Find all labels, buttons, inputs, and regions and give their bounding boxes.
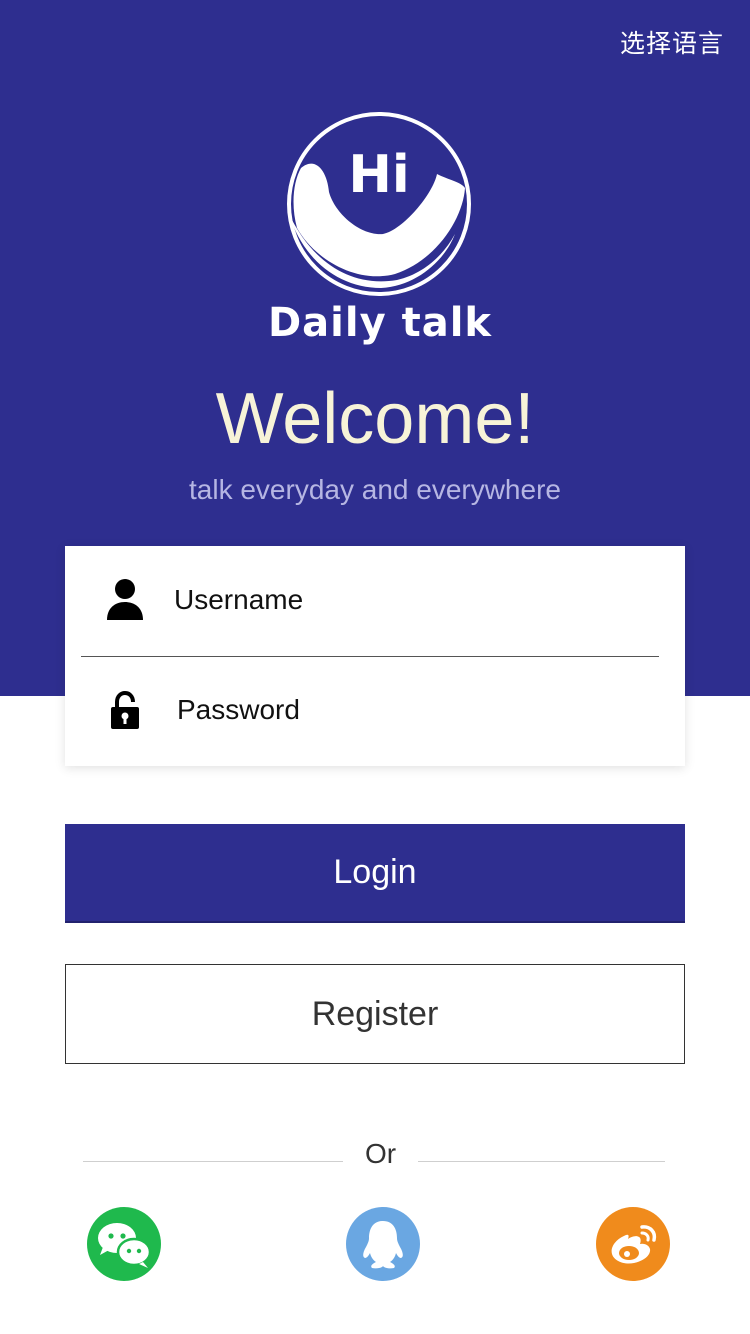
wechat-icon bbox=[87, 1207, 161, 1281]
weibo-icon bbox=[596, 1207, 670, 1281]
username-field[interactable]: Username bbox=[65, 546, 685, 654]
tagline: talk everyday and everywhere bbox=[189, 474, 561, 505]
or-divider-left bbox=[83, 1161, 343, 1162]
or-label: Or bbox=[364, 1138, 397, 1169]
language-selector[interactable]: 选择语言 bbox=[620, 24, 724, 60]
weibo-login-button[interactable] bbox=[596, 1207, 670, 1281]
lock-icon bbox=[103, 688, 147, 732]
qq-icon bbox=[346, 1207, 420, 1281]
register-button[interactable]: Register bbox=[65, 964, 685, 1064]
wechat-login-button[interactable] bbox=[87, 1207, 161, 1281]
welcome-title: Welcome! bbox=[215, 379, 535, 459]
user-icon bbox=[103, 578, 147, 622]
hi-arm-logo-icon: Hi bbox=[287, 112, 471, 296]
logo-hi-text: Hi bbox=[348, 145, 409, 205]
password-field[interactable]: Password bbox=[65, 656, 685, 764]
app-logo: Hi bbox=[285, 110, 473, 298]
or-divider-right bbox=[418, 1161, 665, 1162]
username-placeholder: Username bbox=[174, 584, 304, 615]
qq-login-button[interactable] bbox=[346, 1207, 420, 1281]
login-button[interactable]: Login bbox=[65, 824, 685, 923]
login-form-card: Username Password bbox=[65, 546, 685, 766]
password-placeholder: Password bbox=[177, 694, 300, 725]
brand-name: Daily talk bbox=[267, 300, 493, 346]
